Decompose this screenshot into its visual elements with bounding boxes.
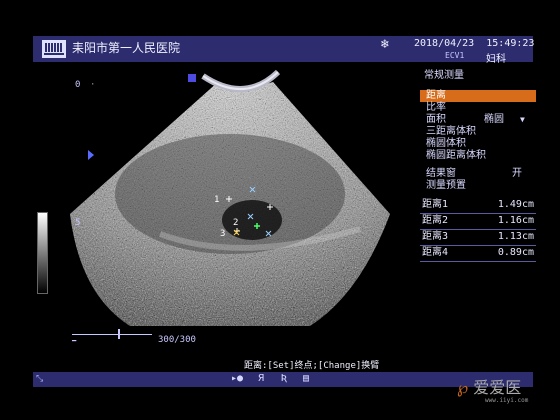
menu-item-label: 椭圆体积 (426, 138, 466, 149)
depth-tick: 0 (75, 80, 81, 90)
result-value: 1.13cm (497, 231, 534, 242)
panel-title: 常规测量 (424, 70, 464, 81)
text-tool-icon[interactable]: Я (258, 373, 264, 384)
measurement-panel: 常规测量 距离 比率 面积 椭圆 ▼ 三距离体积 椭圆体积 椭圆距离体积 结果窗开 … (420, 66, 536, 262)
menu-item-ratio[interactable]: 比率 (420, 102, 536, 114)
area-method-value[interactable]: 椭圆 (484, 114, 504, 126)
result-label: 距离4 (422, 247, 449, 258)
body-mark-tool-icon[interactable]: Ʀ (281, 373, 287, 384)
result-label: 距离1 (422, 199, 449, 210)
watermark-text: 爱爱医 (473, 378, 522, 397)
menu-item-label: 面积 (426, 114, 446, 125)
orientation-marker-icon (188, 74, 196, 82)
cine-slider-handle[interactable] (118, 329, 120, 339)
result-window-label: 结果窗 (426, 168, 456, 179)
ultrasound-image[interactable]: 1 2 3 (60, 64, 430, 364)
menu-item-area[interactable]: 面积 椭圆 ▼ (420, 114, 536, 126)
time: 15:49:23 (486, 38, 535, 49)
depth-tick: 5 (75, 218, 81, 228)
expand-arrow-icon[interactable]: ⤡ (36, 374, 43, 384)
cursor-tool-icon[interactable]: ▸● (231, 373, 243, 384)
menu-item-label: 三距离体积 (426, 126, 476, 137)
result-value: 1.49cm (497, 199, 534, 210)
menu-item-label: 距离 (426, 90, 446, 101)
barcode-logo-icon (42, 40, 66, 58)
exam-mode: 妇科 (486, 54, 506, 65)
cine-slider-track[interactable] (72, 334, 152, 335)
measure-preset[interactable]: 测量预置 (420, 180, 536, 192)
measurement-hint: 距离:[Set]终点;[Change]换臂 (244, 361, 380, 371)
report-tool-icon[interactable]: ▤ (303, 373, 309, 384)
preset-label: 测量预置 (426, 180, 466, 191)
grayscale-bar (37, 212, 48, 294)
marker-label-3: 3 (220, 229, 225, 239)
menu-item-distance[interactable]: 距离 (420, 90, 536, 102)
result-value: 0.89cm (497, 247, 534, 258)
result-row: 距离4 0.89cm (420, 246, 536, 262)
watermark-logo: ℘ 爱爱医 (457, 378, 522, 397)
result-window-toggle[interactable]: 结果窗 开 (420, 168, 536, 180)
snowflake-icon[interactable]: ❄ (381, 37, 389, 52)
scale-dot: · (90, 80, 96, 90)
menu-item-label: 比率 (426, 102, 446, 113)
date: 2018/04/23 (414, 38, 475, 49)
watermark-url: www.iiyi.com (485, 397, 529, 404)
date-time: 2018/04/23 15:49:23 (414, 38, 534, 49)
result-value: 1.16cm (497, 215, 534, 226)
result-row: 距离2 1.16cm (420, 214, 536, 230)
hospital-name: 耒阳市第一人民医院 (72, 41, 181, 55)
result-window-value: 开 (512, 168, 522, 179)
menu-item-label: 椭圆距离体积 (426, 150, 486, 161)
dropdown-arrow-icon[interactable]: ▼ (520, 114, 525, 126)
menu-item-ellipse-volume[interactable]: 椭圆体积 (420, 138, 536, 150)
result-row: 距离3 1.13cm (420, 230, 536, 246)
result-label: 距离2 (422, 215, 449, 226)
cine-frame-counter: 300/300 (158, 335, 196, 345)
menu-item-ellipse-distance-volume[interactable]: 椭圆距离体积 (420, 150, 536, 162)
result-label: 距离3 (422, 231, 449, 242)
marker-label-2: 2 (233, 218, 238, 228)
cine-start-mark: ━ (72, 337, 77, 345)
marker-label-1: 1 (214, 195, 219, 205)
focus-marker-icon[interactable] (88, 150, 94, 160)
result-row: 距离1 1.49cm (420, 198, 536, 214)
probe-label: ECV1 (445, 51, 465, 60)
menu-item-three-distance-volume[interactable]: 三距离体积 (420, 126, 536, 138)
